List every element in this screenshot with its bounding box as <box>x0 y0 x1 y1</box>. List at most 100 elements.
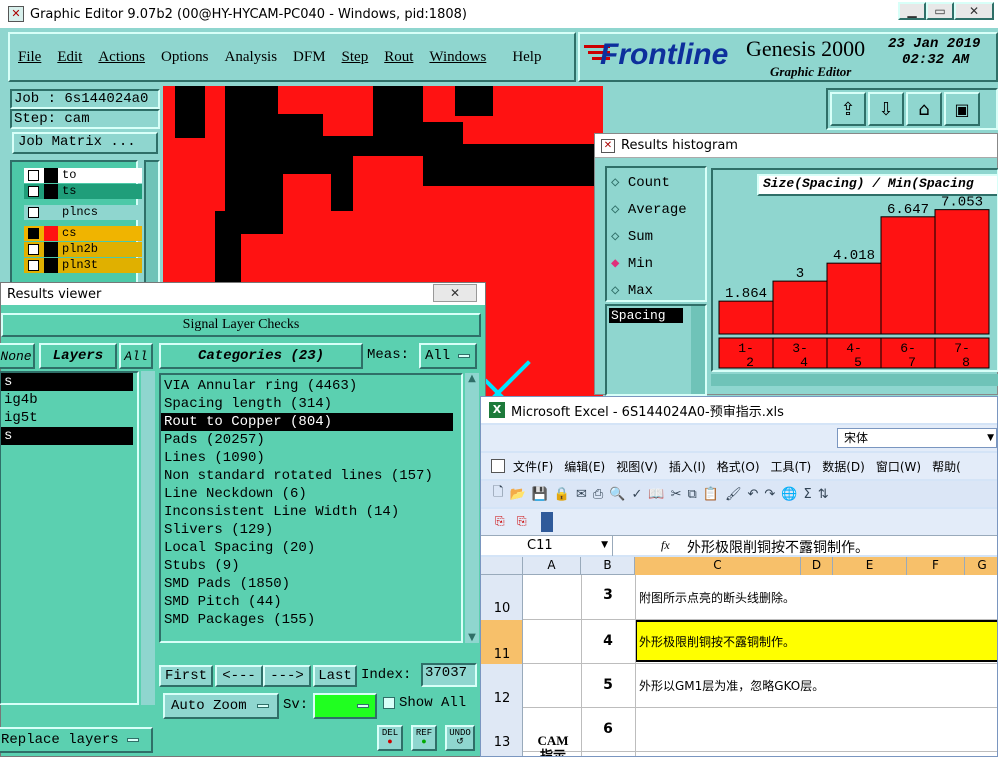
toolbar-options-icon[interactable] <box>541 512 553 532</box>
open-icon[interactable]: 📂 <box>509 487 525 502</box>
menu-file[interactable]: File <box>18 49 41 66</box>
column-header-f[interactable]: F <box>907 557 965 575</box>
show-all-checkbox[interactable] <box>383 697 395 709</box>
menu-analysis[interactable]: Analysis <box>225 49 278 66</box>
close-button[interactable]: ✕ <box>954 2 994 20</box>
category-item[interactable]: Stubs (9) <box>161 557 461 575</box>
undo-icon-button[interactable]: UNDO ↺ <box>445 725 475 751</box>
layer-checkbox[interactable] <box>28 228 39 239</box>
menu-options[interactable]: Options <box>161 49 209 66</box>
meas-dropdown[interactable]: All <box>419 343 477 369</box>
excel-menu-data[interactable]: 数据(D) <box>822 458 865 475</box>
job-matrix-button[interactable]: Job Matrix ... <box>12 132 158 154</box>
column-header-b[interactable]: B <box>581 557 635 575</box>
column-header-e[interactable]: E <box>833 557 907 575</box>
prev-button[interactable]: <--- <box>215 665 263 687</box>
spelling-icon[interactable]: ✓ <box>632 487 643 502</box>
category-item[interactable]: Non standard rotated lines (157) <box>161 467 461 485</box>
viewer-layer-item[interactable]: ig5t <box>1 409 137 427</box>
menu-windows[interactable]: Windows <box>429 49 486 66</box>
layer-row-plncs[interactable]: plncs <box>24 205 142 220</box>
none-button[interactable]: None <box>0 343 35 369</box>
sort-icon[interactable]: ⇅ <box>818 487 829 502</box>
restore-button[interactable]: ▭ <box>926 2 954 20</box>
category-item[interactable]: SMD Packages (155) <box>161 611 461 629</box>
menu-dfm[interactable]: DFM <box>293 49 326 66</box>
category-scrollbar[interactable]: ▲ ▼ <box>465 373 479 643</box>
results-viewer-close-button[interactable]: ✕ <box>433 284 477 302</box>
cell-c10[interactable]: 附图所示点亮的断头线删除。 <box>639 589 795 606</box>
last-button[interactable]: Last <box>313 665 357 687</box>
all-layers-button[interactable]: All <box>119 343 153 369</box>
name-box[interactable]: C11 ▼ <box>487 536 613 556</box>
category-item[interactable]: Lines (1090) <box>161 449 461 467</box>
cell-b10[interactable]: 3 <box>581 587 635 603</box>
category-item[interactable]: Rout to Copper (804) <box>161 413 453 431</box>
histogram-list-scrollbar[interactable] <box>691 306 705 394</box>
cell-b12[interactable]: 5 <box>581 677 635 693</box>
minimize-button[interactable]: ▁ <box>898 2 926 20</box>
font-name-dropdown[interactable]: 宋体 ▼ <box>837 428 997 448</box>
permission-icon[interactable]: 🔒 <box>554 487 570 502</box>
layer-row-pln2b[interactable]: pln2b <box>24 242 142 257</box>
category-item[interactable]: Line Neckdown (6) <box>161 485 461 503</box>
layer-list-scrollbar[interactable] <box>144 160 160 284</box>
category-item[interactable]: VIA Annular ring (4463) <box>161 377 461 395</box>
cell-a-merged[interactable]: CAM 指示 <box>525 733 581 756</box>
layer-row-ts[interactable]: ts <box>24 184 142 199</box>
import-icon[interactable]: ⇩ <box>868 92 904 126</box>
excel-menu-window[interactable]: 窗口(W) <box>876 458 921 475</box>
sv-color-dropdown[interactable] <box>313 693 377 719</box>
del-icon-button[interactable]: DEL ● <box>377 725 403 751</box>
row-header-12[interactable]: 12 <box>481 691 523 706</box>
excel-menu-file[interactable]: 文件(F) <box>513 458 553 475</box>
viewer-layer-item[interactable]: s <box>1 427 133 445</box>
excel-menu-edit[interactable]: 编辑(E) <box>564 458 605 475</box>
menu-actions[interactable]: Actions <box>98 49 145 66</box>
format-painter-icon[interactable]: 🖌 <box>725 487 742 502</box>
row-header-11[interactable]: 11 <box>481 647 523 662</box>
formula-content[interactable]: 外形极限削铜按不露铜制作。 <box>687 537 869 557</box>
column-header-c[interactable]: C <box>635 557 801 575</box>
viewer-layer-item[interactable]: s <box>1 373 133 391</box>
scroll-up-arrow-icon[interactable]: ▲ <box>465 373 479 384</box>
scroll-down-arrow-icon[interactable]: ▼ <box>465 632 479 643</box>
excel-menu-insert[interactable]: 插入(I) <box>669 458 706 475</box>
ref-icon-button[interactable]: REF ● <box>411 725 437 751</box>
preview-icon[interactable]: 🔍 <box>609 487 625 502</box>
menu-edit[interactable]: Edit <box>57 49 82 66</box>
menu-help[interactable]: Help <box>512 49 541 66</box>
home-icon[interactable]: ⌂ <box>906 92 942 126</box>
layer-checkbox[interactable] <box>28 186 39 197</box>
cut-icon[interactable]: ✂ <box>671 487 682 502</box>
replace-layers-dropdown[interactable]: Replace layers <box>0 727 153 753</box>
email-icon[interactable]: ✉ <box>576 487 587 502</box>
pdf-icon[interactable]: ⎘ <box>495 514 505 529</box>
layer-checkbox[interactable] <box>28 170 39 181</box>
option-sum[interactable]: ◇ Sum <box>611 228 653 245</box>
first-button[interactable]: First <box>159 665 213 687</box>
category-item[interactable]: Pads (20257) <box>161 431 461 449</box>
excel-menu-view[interactable]: 视图(V) <box>616 458 658 475</box>
option-max[interactable]: ◇ Max <box>611 282 653 299</box>
viewer-layer-scrollbar[interactable] <box>141 371 155 705</box>
option-average[interactable]: ◇ Average <box>611 201 687 218</box>
export-icon[interactable]: ⇪ <box>830 92 866 126</box>
histogram-list-item[interactable]: Spacing <box>609 308 683 323</box>
column-header-g[interactable]: G <box>965 557 997 575</box>
cell-b13[interactable]: 6 <box>581 721 635 737</box>
layer-row-to[interactable]: to <box>24 168 142 183</box>
column-header-d[interactable]: D <box>801 557 833 575</box>
excel-menu-tools[interactable]: 工具(T) <box>771 458 812 475</box>
redo-icon[interactable]: ↷ <box>764 487 775 502</box>
layer-checkbox[interactable] <box>28 207 39 218</box>
autosum-icon[interactable]: Σ <box>804 487 812 502</box>
menu-step[interactable]: Step <box>342 49 369 66</box>
category-item[interactable]: SMD Pitch (44) <box>161 593 461 611</box>
excel-menu-help[interactable]: 帮助( <box>932 458 961 475</box>
row-header-13[interactable]: 13 <box>481 735 523 750</box>
cell-c11[interactable]: 外形极限削铜按不露铜制作。 <box>639 633 795 650</box>
undo-icon[interactable]: ↶ <box>748 487 759 502</box>
viewer-layer-item[interactable]: ig4b <box>1 391 137 409</box>
layer-checkbox[interactable] <box>28 244 39 255</box>
